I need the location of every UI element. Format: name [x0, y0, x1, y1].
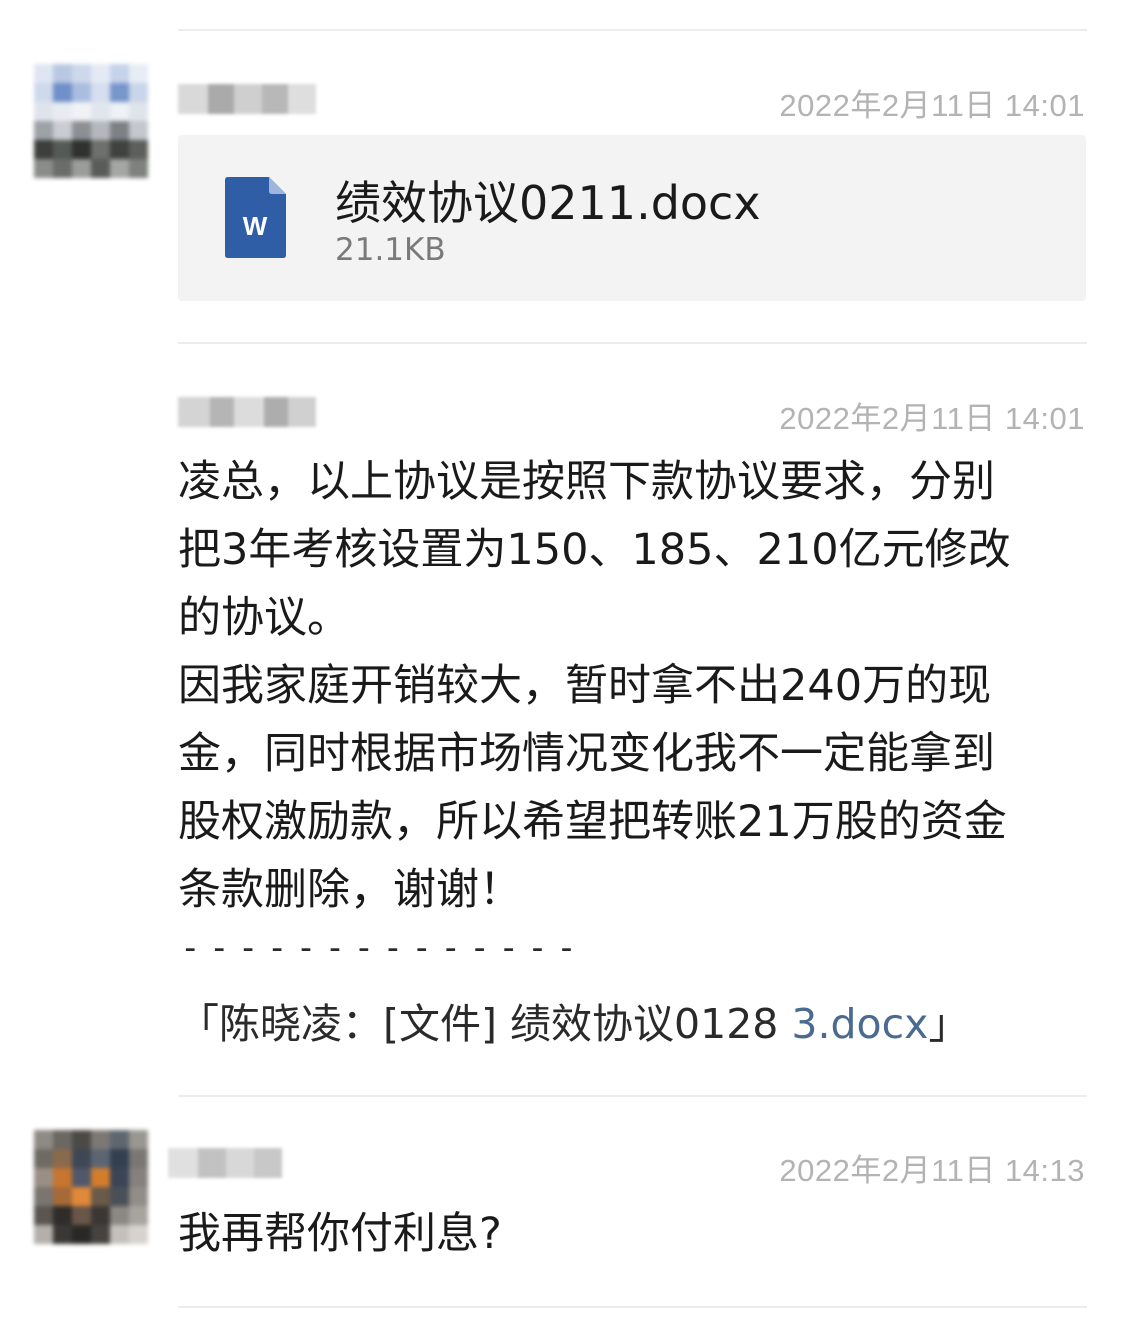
sender-name [168, 1148, 282, 1178]
file-name: 绩效协议0211.docx [335, 176, 761, 230]
message-divider [178, 342, 1087, 344]
message-text-line: 金，同时根据市场情况变化我不一定能拿到 [178, 729, 995, 779]
sender-name [178, 84, 316, 114]
message-text-line: 的协议。 [178, 593, 350, 643]
avatar[interactable] [34, 1130, 148, 1244]
message-timestamp: 2022年2月11日 14:01 [779, 88, 1085, 123]
file-size: 21.1KB [335, 232, 446, 268]
message-text-line: 因我家庭开销较大，暂时拿不出240万的现 [178, 661, 992, 711]
message-timestamp: 2022年2月11日 14:13 [779, 1153, 1085, 1188]
message-text-line: 条款删除，谢谢！ [178, 865, 522, 915]
message-text: 我再帮你付利息? [178, 1200, 1092, 1268]
word-document-icon: W [225, 177, 286, 258]
bottom-divider [178, 1306, 1087, 1308]
avatar[interactable] [34, 64, 148, 178]
message-text-line: 把3年考核设置为150、185、210亿元修改 [178, 525, 1011, 575]
quoted-message[interactable]: 「陈晓凌：[文件] 绩效协议0128 3.docx」 [178, 990, 969, 1050]
file-attachment-card[interactable]: W 绩效协议0211.docx 21.1KB [178, 135, 1086, 301]
message-text-line: 我再帮你付利息? [178, 1209, 502, 1259]
quote-text: 「陈晓凌：[文件] 绩效协议0128 [178, 1000, 792, 1048]
quote-separator: - - - - - - - - - - - - - - [180, 928, 577, 968]
quote-file-link[interactable]: 3.docx [791, 1000, 928, 1048]
message-divider [178, 1095, 1087, 1097]
sender-name [178, 397, 316, 427]
message-timestamp: 2022年2月11日 14:01 [779, 401, 1085, 436]
quote-close-bracket: 」 [928, 1000, 970, 1048]
message-text: 凌总，以上协议是按照下款协议要求，分别 把3年考核设置为150、185、210亿… [178, 448, 1092, 924]
message-text-line: 凌总，以上协议是按照下款协议要求，分别 [178, 457, 995, 507]
message-text-line: 股权激励款，所以希望把转账21万股的资金 [178, 797, 1007, 847]
top-divider [178, 29, 1087, 31]
word-icon-letter: W [243, 211, 268, 241]
